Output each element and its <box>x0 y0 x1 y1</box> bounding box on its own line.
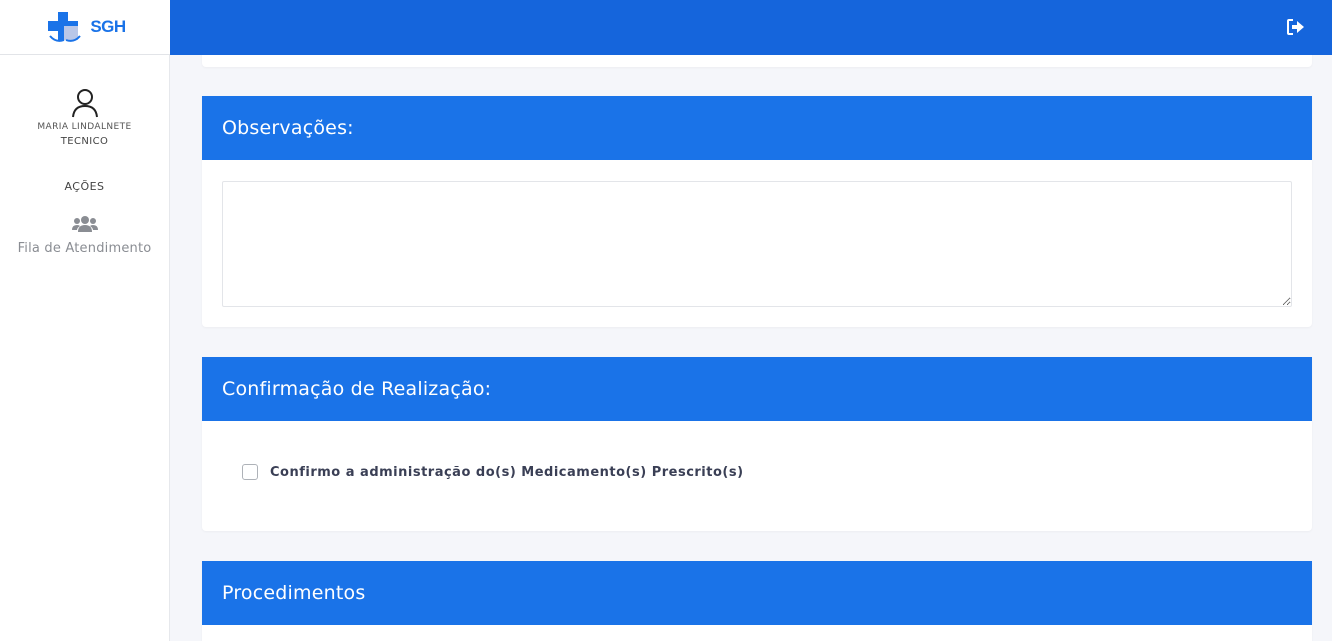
confirmacao-card: Confirmação de Realização: Confirmo a ad… <box>202 357 1312 531</box>
logo-mark: SGH <box>44 10 126 44</box>
observacoes-card: Observações: <box>202 96 1312 327</box>
users-icon <box>0 215 169 233</box>
confirm-administration-label[interactable]: Confirmo a administração do(s) Medicamen… <box>270 465 744 480</box>
user-profile: MARIA LINDALNETE TECNICO <box>0 88 169 147</box>
sidebar-item-label: Fila de Atendimento <box>17 241 152 256</box>
main-content: Observações: Confirmação de Realização: … <box>170 55 1332 641</box>
sign-out-icon <box>1287 19 1304 35</box>
sidebar-item-fila-de-atendimento[interactable]: Fila de Atendimento <box>0 215 169 256</box>
observacoes-title: Observações: <box>202 96 1312 160</box>
user-name: MARIA LINDALNETE <box>37 122 132 132</box>
procedimentos-title: Procedimentos <box>202 561 1312 625</box>
top-navbar <box>170 0 1332 55</box>
confirmacao-title: Confirmação de Realização: <box>202 357 1312 421</box>
logo-text: SGH <box>90 17 126 36</box>
confirm-administration-checkbox[interactable] <box>242 464 258 480</box>
medical-cross-icon <box>48 12 82 42</box>
observacoes-textarea[interactable] <box>222 181 1292 307</box>
logout-button[interactable] <box>1286 18 1306 36</box>
user-icon <box>0 88 169 118</box>
sidebar: MARIA LINDALNETE TECNICO AÇÕES Fila de A… <box>0 55 170 641</box>
user-role: TECNICO <box>60 136 109 147</box>
logo[interactable]: SGH <box>0 0 170 55</box>
procedimentos-card: Procedimentos <box>202 561 1312 641</box>
previous-card <box>202 55 1312 67</box>
actions-section-title: AÇÕES <box>64 180 105 193</box>
